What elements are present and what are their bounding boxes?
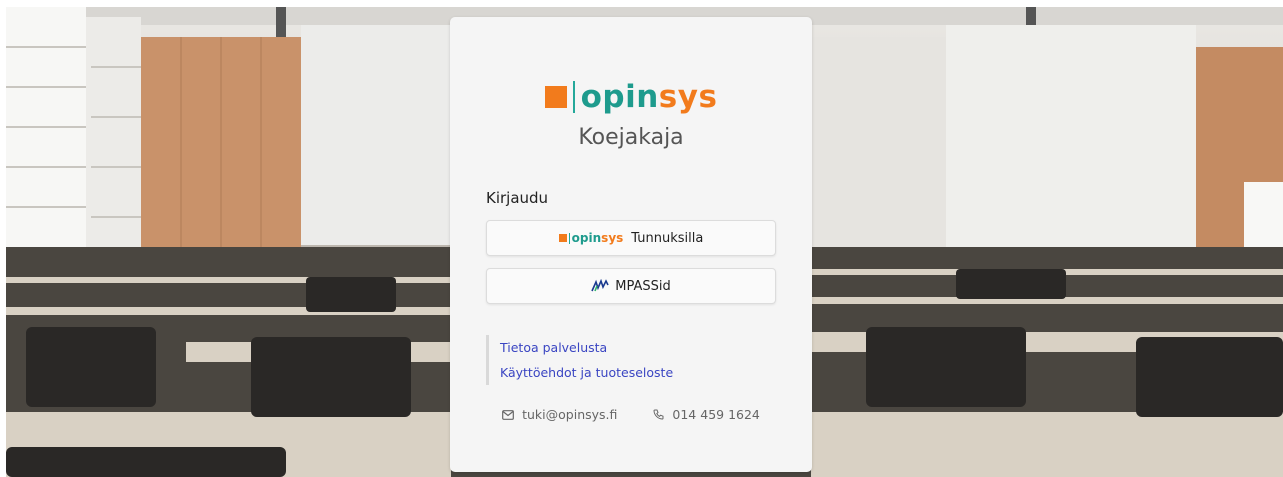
mini-logo-text-start: opin xyxy=(571,231,602,245)
logo-wordmark: opinsys xyxy=(581,81,718,113)
info-links: Tietoa palvelusta Käyttöehdot ja tuotese… xyxy=(486,335,673,385)
login-heading: Kirjaudu xyxy=(486,189,549,207)
contact-info: tuki@opinsys.fi 014 459 1624 xyxy=(450,407,812,422)
phone-contact[interactable]: 014 459 1624 xyxy=(653,407,760,422)
opinsys-login-button[interactable]: opinsys Tunnuksilla xyxy=(486,220,776,256)
about-service-link[interactable]: Tietoa palvelusta xyxy=(500,335,673,360)
email-text: tuki@opinsys.fi xyxy=(522,407,618,422)
opinsys-logo: opinsys xyxy=(450,81,812,113)
logo-text-end: sys xyxy=(658,79,718,115)
phone-text: 014 459 1624 xyxy=(672,407,760,422)
mpass-login-label: MPASSid xyxy=(615,278,671,294)
login-page: opinsys Koejakaja Kirjaudu opinsys Tunnu… xyxy=(0,0,1283,477)
mpass-logo-icon xyxy=(591,279,609,293)
site-title: Koejakaja xyxy=(578,125,684,150)
opinsys-login-label: Tunnuksilla xyxy=(631,230,704,246)
opinsys-mini-logo-icon: opinsys xyxy=(558,231,624,245)
envelope-icon xyxy=(502,409,515,420)
mini-logo-text-end: sys xyxy=(601,231,624,245)
logo-divider xyxy=(572,81,575,113)
logo-text-start: opin xyxy=(580,79,659,115)
email-contact[interactable]: tuki@opinsys.fi xyxy=(502,407,617,422)
logo-square-icon xyxy=(544,86,567,108)
terms-link[interactable]: Käyttöehdot ja tuoteseloste xyxy=(500,360,673,385)
mpass-login-button[interactable]: MPASSid xyxy=(486,268,776,304)
phone-icon xyxy=(653,409,664,420)
login-card: opinsys Koejakaja Kirjaudu opinsys Tunnu… xyxy=(450,17,812,472)
